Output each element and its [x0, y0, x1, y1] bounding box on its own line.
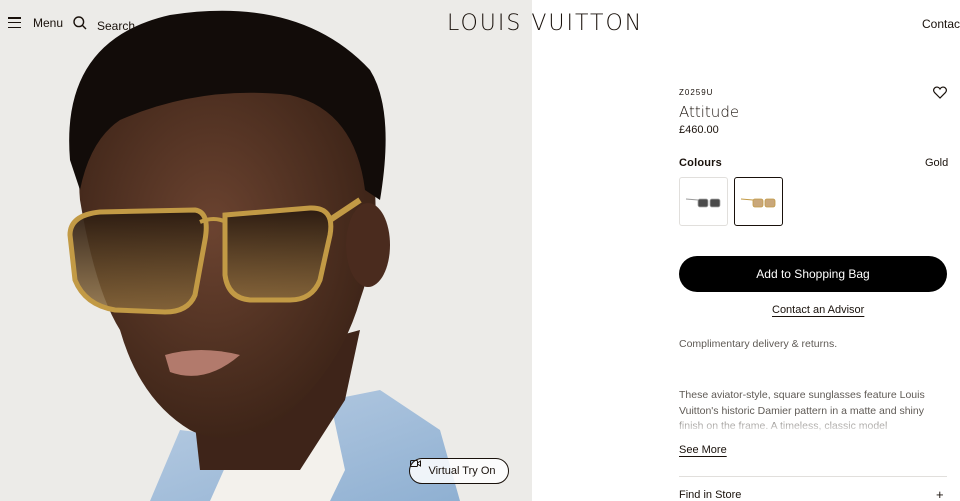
product-price: £460.00: [679, 124, 719, 136]
colour-swatch-gold[interactable]: [734, 177, 783, 226]
wishlist-button[interactable]: [933, 86, 947, 104]
delivery-info: Complimentary delivery & returns.: [679, 338, 838, 350]
model-portrait: [0, 0, 532, 501]
virtual-try-on-button[interactable]: Virtual Try On: [409, 458, 509, 484]
colours-label: Colours: [679, 157, 722, 169]
menu-button[interactable]: Menu: [8, 15, 63, 30]
search-label: Search: [97, 18, 136, 33]
contact-us-link[interactable]: Contact u: [922, 17, 960, 31]
section-divider: [679, 476, 947, 477]
site-header: Menu Search LOUIS VUITTON Contact u: [0, 0, 960, 48]
sunglasses-thumbnail: [740, 198, 775, 207]
see-more-link[interactable]: See More: [679, 444, 727, 456]
add-to-shopping-bag-button[interactable]: Add to Shopping Bag: [679, 256, 947, 292]
heart-icon: [933, 86, 947, 103]
brand-logo[interactable]: LOUIS VUITTON: [447, 11, 643, 36]
product-sku: Z0259U: [679, 88, 714, 97]
hamburger-icon: [8, 17, 21, 28]
product-hero-image: Virtual Try On: [0, 0, 532, 501]
colour-swatch-silver[interactable]: [679, 177, 728, 226]
description-fade: [679, 414, 947, 436]
contact-advisor-link[interactable]: Contact an Advisor: [772, 304, 864, 316]
selected-colour: Gold: [925, 157, 949, 169]
product-title: Attitude: [679, 103, 740, 121]
magnifier-icon: [73, 16, 87, 35]
virtual-try-on-label: Virtual Try On: [428, 465, 496, 477]
search-button[interactable]: Search: [73, 16, 135, 35]
plus-icon[interactable]: +: [936, 487, 944, 501]
find-in-store-toggle[interactable]: Find in Store: [679, 489, 741, 501]
menu-label: Menu: [33, 16, 64, 30]
sunglasses-thumbnail: [685, 198, 720, 207]
